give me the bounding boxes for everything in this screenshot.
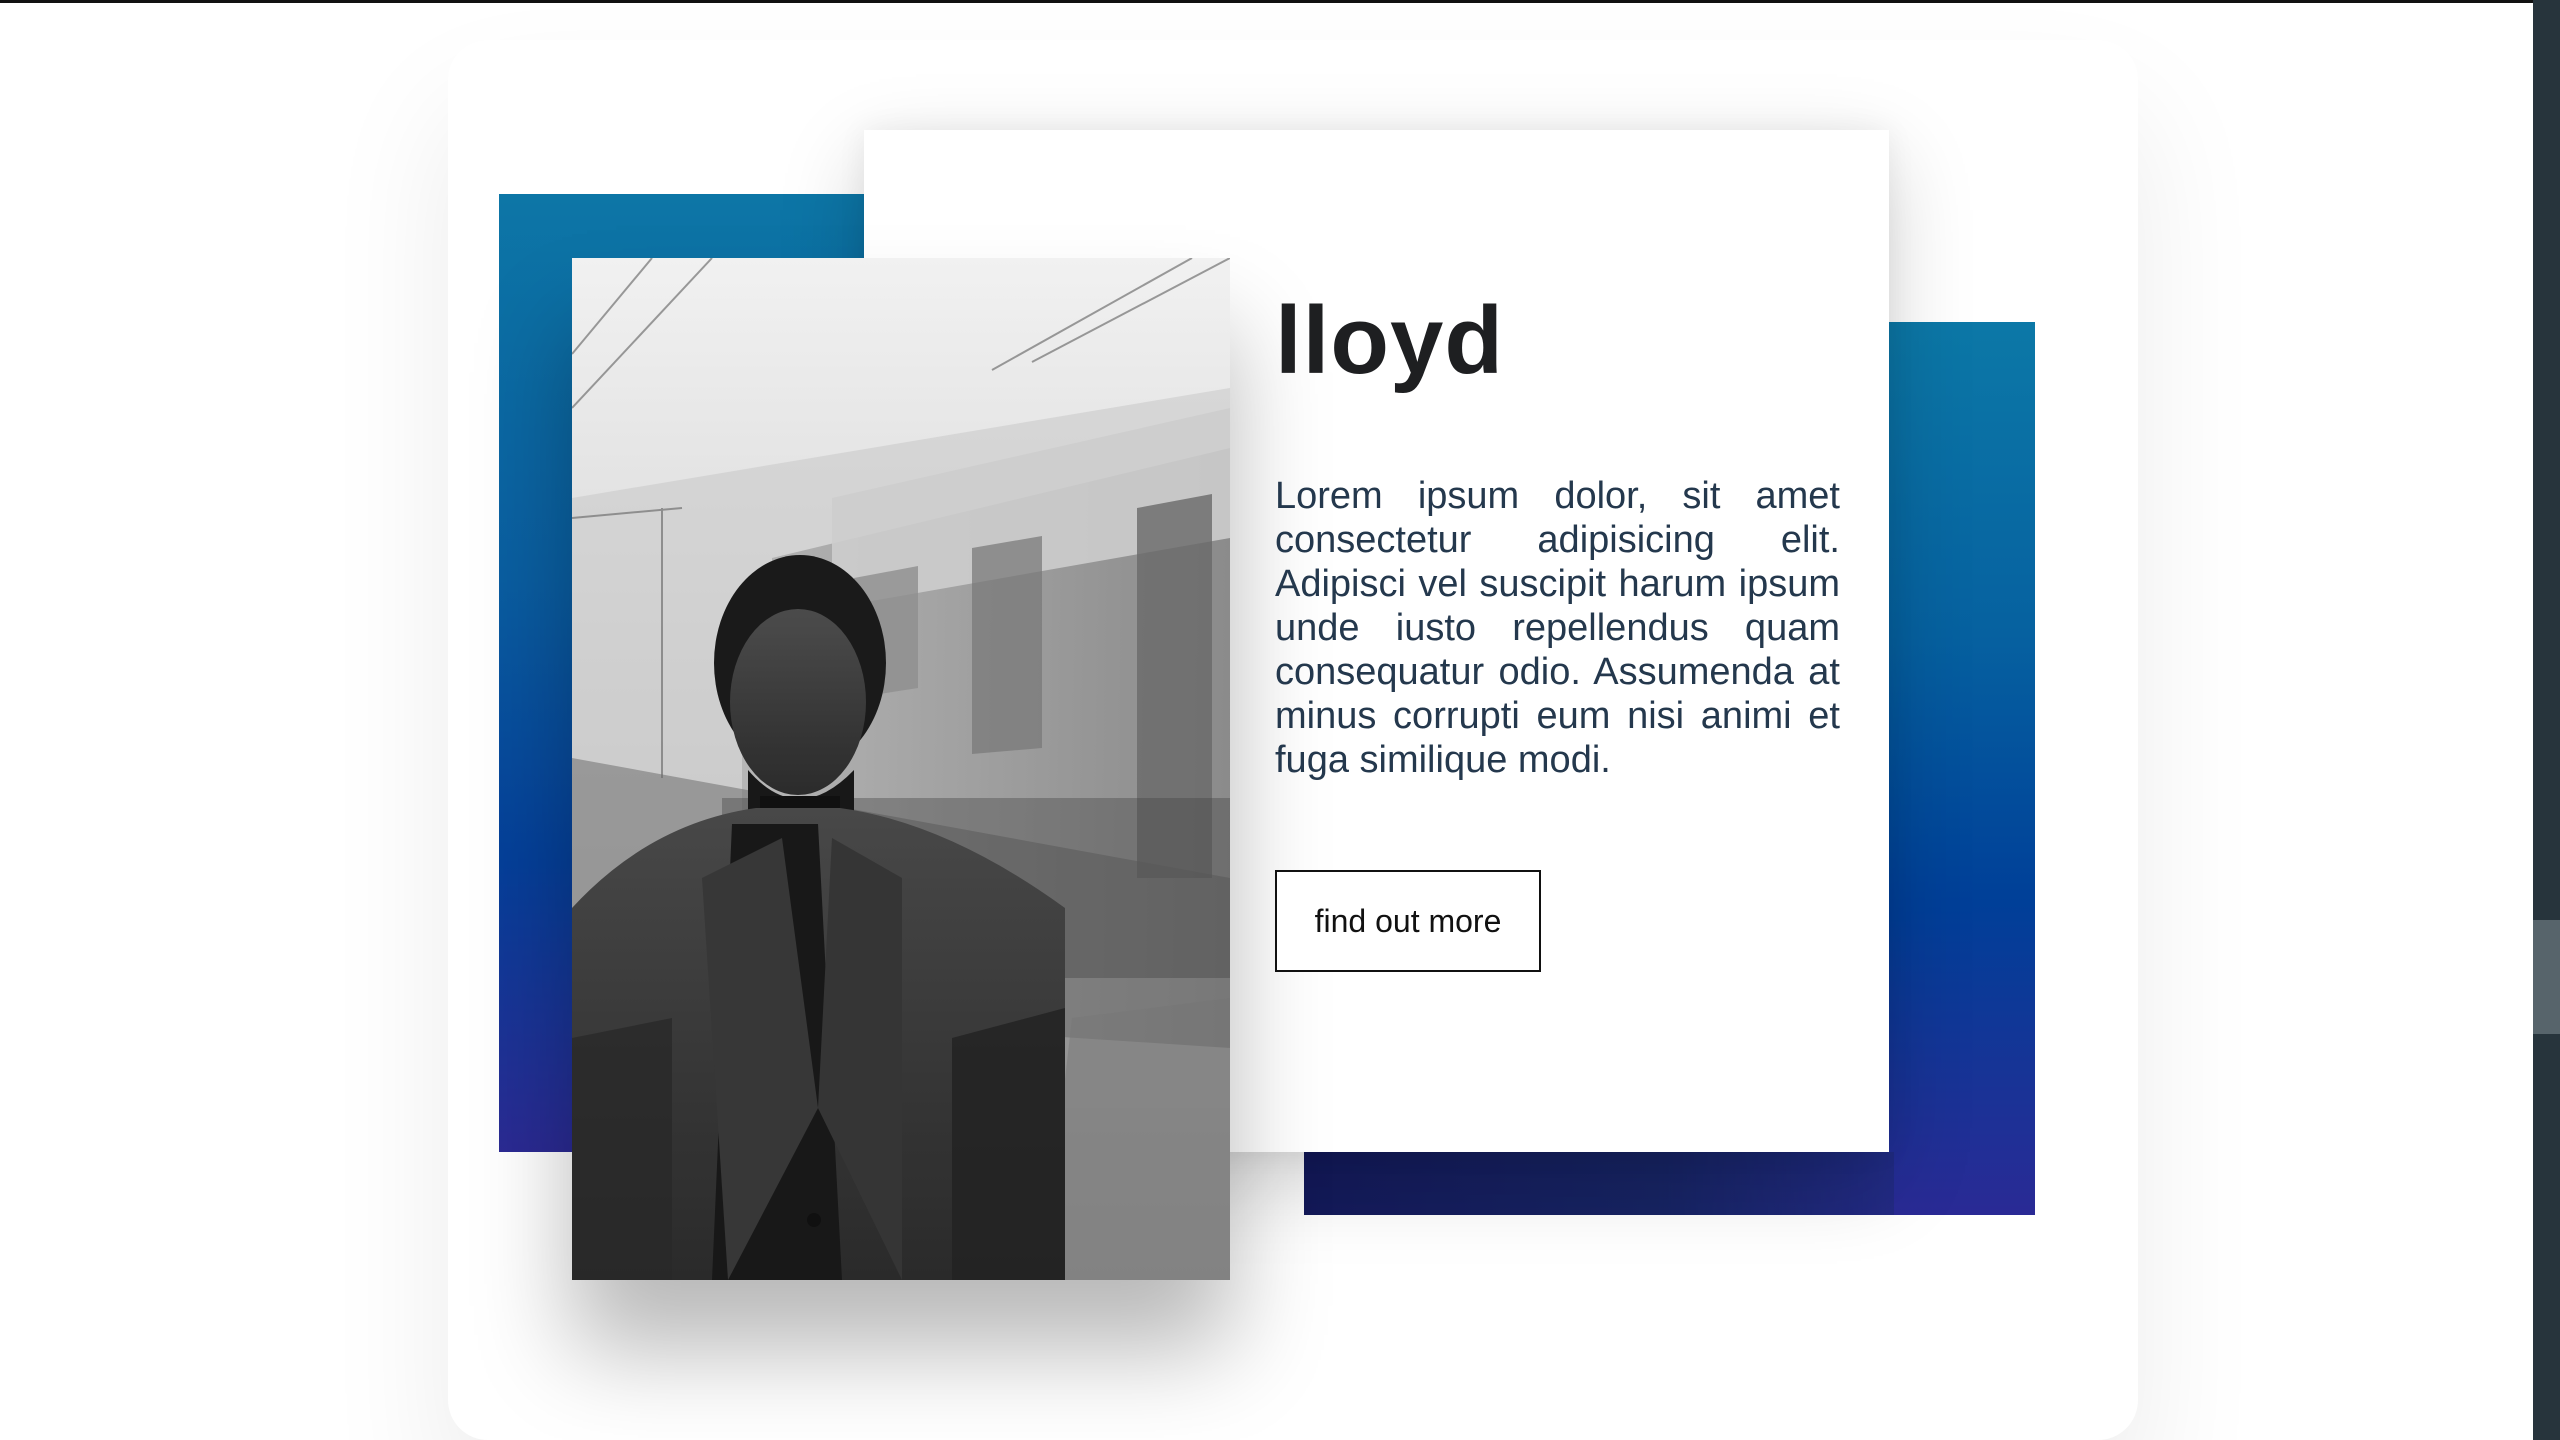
vertical-scrollbar[interactable] bbox=[2533, 0, 2560, 1440]
profile-name: lloyd bbox=[1275, 287, 1505, 394]
profile-photo bbox=[572, 258, 1230, 1280]
find-out-more-button[interactable]: find out more bbox=[1275, 870, 1541, 972]
top-border bbox=[0, 0, 2533, 3]
portrait-icon bbox=[572, 258, 1230, 1280]
right-accent-shadow bbox=[1304, 1152, 1894, 1215]
scrollbar-thumb[interactable] bbox=[2533, 920, 2560, 1034]
page: lloyd Lorem ipsum dolor, sit amet consec… bbox=[0, 0, 2560, 1440]
profile-description: Lorem ipsum dolor, sit amet consectetur … bbox=[1275, 475, 1840, 781]
